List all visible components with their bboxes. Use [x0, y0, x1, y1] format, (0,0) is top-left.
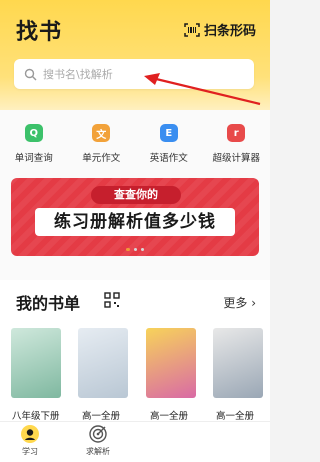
tool-label: 单元作文: [82, 153, 121, 164]
red-annotation-arrow: [144, 73, 261, 106]
more-button[interactable]: 更多 ›: [223, 294, 256, 311]
book-cover[interactable]: [213, 328, 263, 398]
carousel-dot-active[interactable]: [126, 248, 130, 251]
tab-label: 求解析: [86, 447, 110, 456]
more-label: 更多: [223, 296, 248, 310]
banner-top-text: 查查你的: [91, 186, 181, 204]
tool-label: 超级计算器: [212, 153, 260, 164]
scan-barcode-button[interactable]: 扫条形码: [184, 20, 256, 39]
tool-label: 单词查询: [14, 153, 53, 164]
book-title: 八年级下册: [12, 411, 60, 422]
tool-calculator[interactable]: r 超级计算器: [203, 124, 271, 164]
book-cover[interactable]: [78, 328, 128, 398]
tool-unit-essay[interactable]: 文 单元作文: [68, 124, 136, 164]
english-essay-icon: E: [159, 124, 178, 142]
qr-code-icon[interactable]: [104, 292, 120, 308]
study-icon: [21, 425, 39, 443]
barcode-icon: [184, 22, 200, 37]
tool-label: 英语作文: [149, 153, 188, 164]
search-placeholder: 搜书名\找解析: [43, 68, 113, 81]
tool-english-essay[interactable]: E 英语作文: [135, 124, 203, 164]
book-cover[interactable]: [146, 328, 196, 398]
target-icon: [89, 425, 107, 443]
tab-label: 学习: [22, 447, 38, 456]
bookshelf-title: 我的书单: [16, 294, 81, 313]
chevron-right-icon: ›: [251, 296, 256, 310]
tool-word-query[interactable]: Q 单词查询: [0, 124, 68, 164]
carousel-dot[interactable]: [134, 248, 137, 251]
banner-main-text: 练习册解析值多少钱: [35, 208, 235, 236]
page-title: 找书: [16, 20, 63, 45]
scan-barcode-label: 扫条形码: [203, 24, 256, 39]
tab-study[interactable]: 学习: [20, 424, 40, 457]
book-title: 高一全册: [150, 411, 189, 422]
promo-banner[interactable]: 查查你的 练习册解析值多少钱: [11, 178, 259, 256]
word-query-icon: Q: [24, 124, 43, 142]
bottom-tab-bar: 学习 求解析: [0, 421, 270, 462]
book-title: 高一全册: [216, 411, 255, 422]
carousel-dot[interactable]: [141, 248, 144, 251]
calculator-icon: r: [227, 124, 246, 142]
book-title: 高一全册: [82, 411, 121, 422]
book-cover[interactable]: [11, 328, 61, 398]
tab-solve[interactable]: 求解析: [86, 424, 110, 457]
search-icon: [24, 68, 37, 80]
tool-grid: Q 单词查询 文 单元作文 E 英语作文 r 超级计算器: [0, 124, 270, 164]
unit-essay-icon: 文: [92, 124, 111, 142]
carousel-dots: [0, 248, 270, 251]
